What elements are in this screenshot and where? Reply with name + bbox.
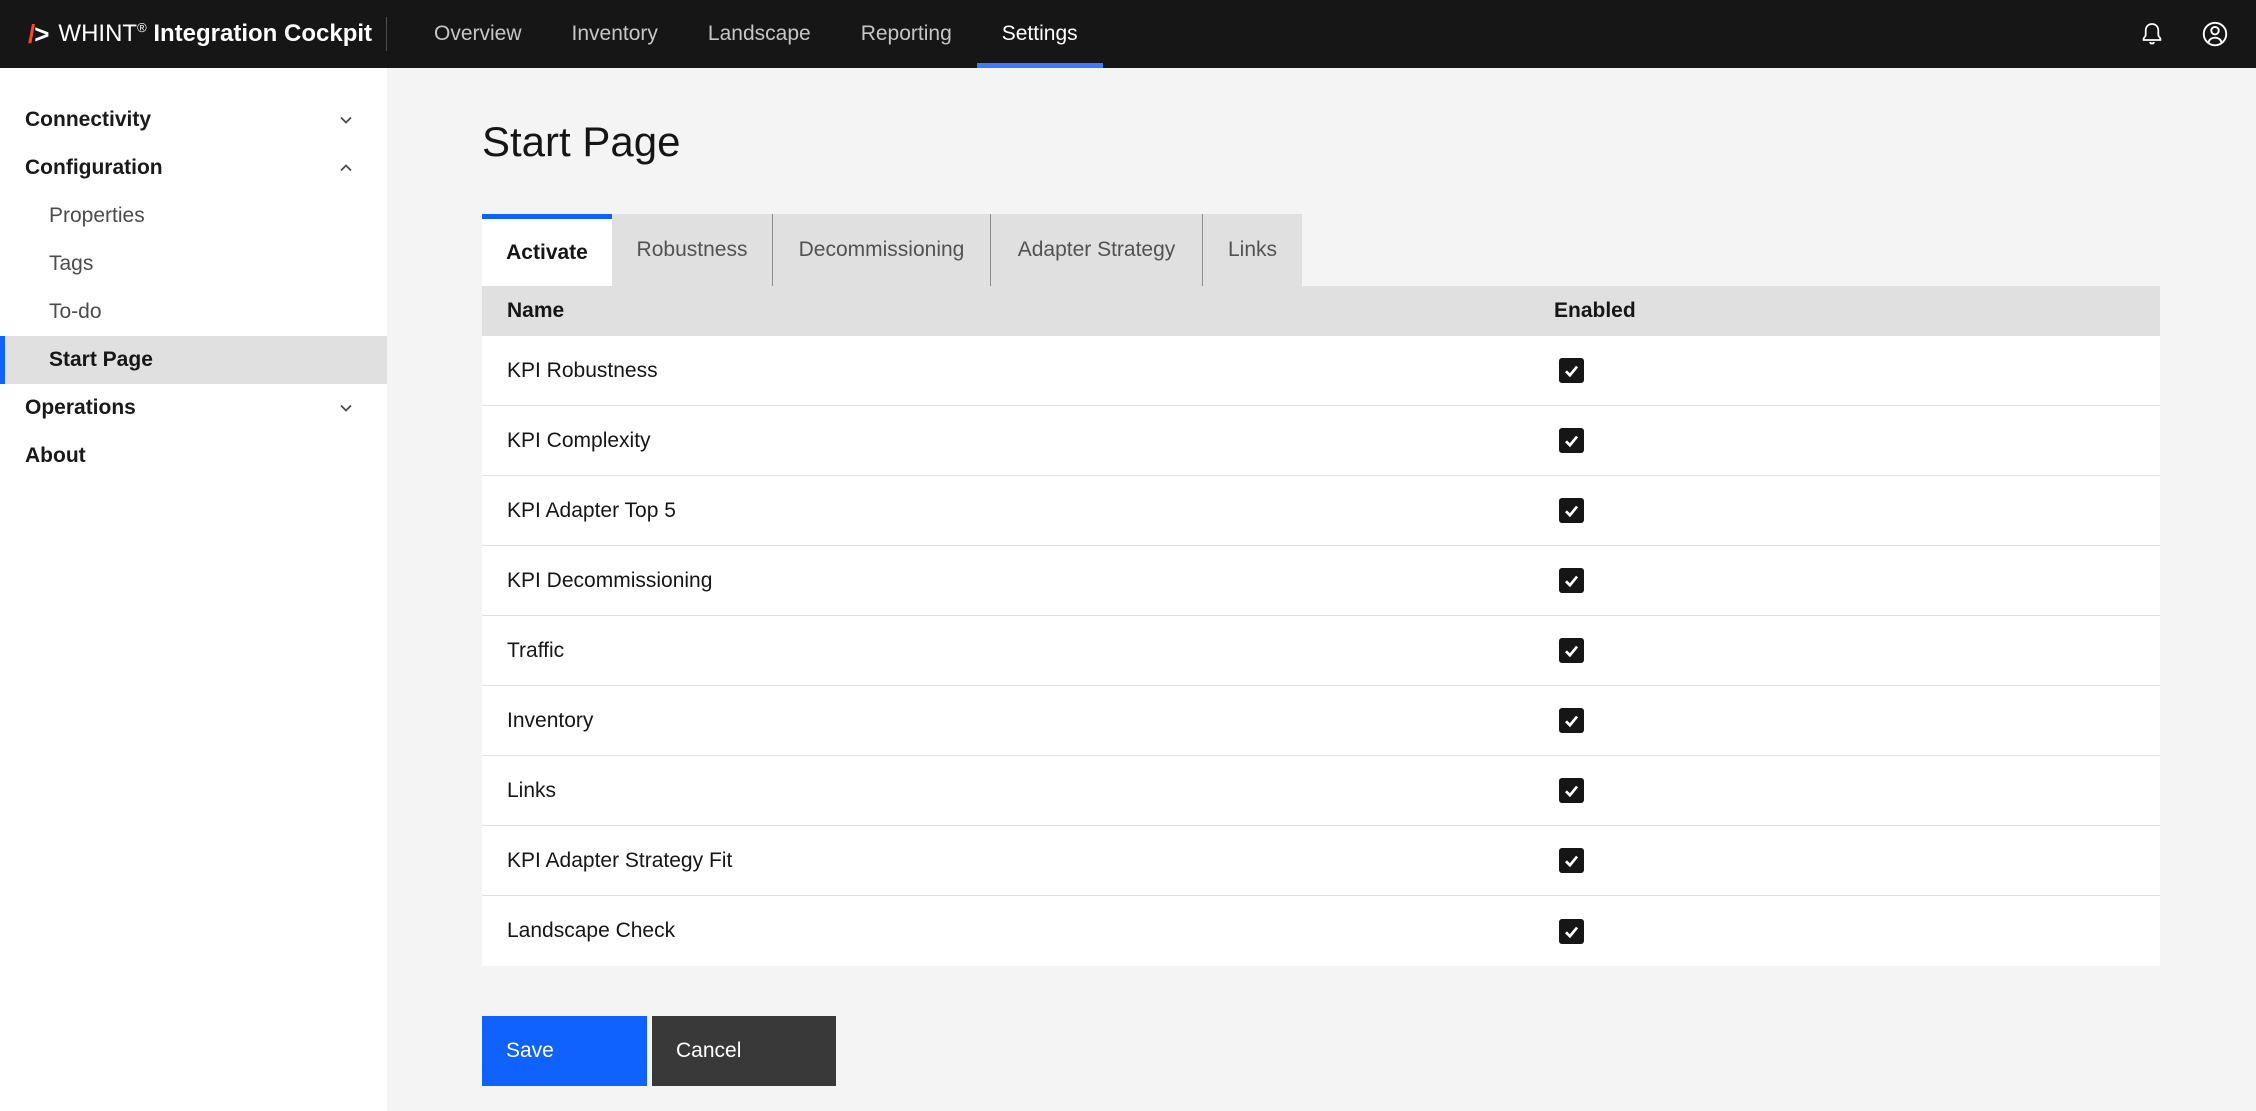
checkmark-icon <box>1565 575 1579 588</box>
sidebar-item-start-page[interactable]: Start Page <box>0 336 387 384</box>
bell-icon <box>2142 23 2162 45</box>
table-row: KPI Decommissioning <box>482 546 2160 616</box>
top-navigation: Overview Inventory Landscape Reporting S… <box>409 0 1103 68</box>
checkmark-icon <box>1565 435 1579 448</box>
table-row: Traffic <box>482 616 2160 686</box>
page-title: Start Page <box>482 118 681 165</box>
sidebar-item-operations[interactable]: Operations <box>0 384 387 432</box>
table-row: KPI Complexity <box>482 406 2160 476</box>
checkmark-icon <box>1565 785 1579 798</box>
tab-robustness[interactable]: Robustness <box>612 214 772 286</box>
form-actions: Save Cancel <box>482 1016 2256 1086</box>
tab-activate[interactable]: Activate <box>482 214 612 286</box>
enabled-checkbox[interactable] <box>1559 778 1584 803</box>
row-name: Links <box>507 778 557 802</box>
row-name: Traffic <box>507 638 565 662</box>
logo-code-icon: /> <box>28 18 49 49</box>
enabled-checkbox[interactable] <box>1559 708 1584 733</box>
sidebar: Connectivity Configuration Properties Ta… <box>0 68 387 1111</box>
settings-tabs: Activate Robustness Decommissioning Adap… <box>482 214 2256 286</box>
nav-item-settings[interactable]: Settings <box>976 0 1103 68</box>
checkmark-icon <box>1565 505 1579 518</box>
row-name: KPI Decommissioning <box>507 568 713 592</box>
sidebar-item-label: About <box>25 444 86 467</box>
enabled-checkbox[interactable] <box>1559 358 1584 383</box>
sidebar-item-tags[interactable]: Tags <box>0 240 387 288</box>
chevron-down-icon <box>340 116 352 124</box>
app-header: /> WHINT® Integration Cockpit Overview I… <box>0 0 2256 68</box>
enabled-checkbox[interactable] <box>1559 498 1584 523</box>
checkmark-icon <box>1565 855 1579 868</box>
chevron-up-icon <box>340 164 352 172</box>
nav-item-reporting[interactable]: Reporting <box>836 0 977 68</box>
sidebar-item-label: Connectivity <box>25 108 152 131</box>
table-row: KPI Robustness <box>482 336 2160 406</box>
table-row: KPI Adapter Top 5 <box>482 476 2160 546</box>
chevron-down-icon <box>340 404 352 412</box>
enabled-checkbox[interactable] <box>1559 568 1584 593</box>
sidebar-item-configuration[interactable]: Configuration <box>0 144 387 192</box>
table-row: Links <box>482 756 2160 826</box>
row-name: KPI Adapter Top 5 <box>507 498 676 522</box>
table-row: Landscape Check <box>482 896 2160 966</box>
nav-item-overview[interactable]: Overview <box>409 0 547 68</box>
row-name: Landscape Check <box>507 919 676 942</box>
sidebar-item-connectivity[interactable]: Connectivity <box>0 96 387 144</box>
tab-adapter-strategy[interactable]: Adapter Strategy <box>990 214 1202 286</box>
enabled-checkbox[interactable] <box>1559 918 1584 944</box>
cancel-button[interactable]: Cancel <box>652 1016 836 1086</box>
nav-item-landscape[interactable]: Landscape <box>683 0 836 68</box>
checkmark-icon <box>1565 715 1579 728</box>
start-page-widgets-table: Name Enabled KPI Robustness KPI Complexi… <box>482 286 2160 966</box>
sidebar-item-about[interactable]: About <box>0 432 387 480</box>
tab-links[interactable]: Links <box>1202 214 1302 286</box>
app-title: WHINT® Integration Cockpit <box>58 20 373 47</box>
account-button[interactable] <box>2200 19 2230 49</box>
enabled-checkbox[interactable] <box>1559 428 1584 453</box>
row-name: KPI Complexity <box>507 428 651 452</box>
main-content: Start Page Activate Robustness Decommiss… <box>387 68 2256 1111</box>
row-name: KPI Robustness <box>507 358 658 382</box>
checkmark-icon <box>1565 365 1579 378</box>
table-header-row: Name Enabled <box>482 286 2160 336</box>
column-header-name: Name <box>507 299 565 322</box>
row-name: Inventory <box>507 708 594 732</box>
checkmark-icon <box>1565 926 1579 938</box>
sidebar-item-label: Operations <box>25 396 136 419</box>
table-row: Inventory <box>482 686 2160 756</box>
sidebar-item-todo[interactable]: To-do <box>0 288 387 336</box>
user-avatar-icon <box>2202 21 2228 47</box>
table-row: KPI Adapter Strategy Fit <box>482 826 2160 896</box>
enabled-checkbox[interactable] <box>1559 848 1584 873</box>
notifications-button[interactable] <box>2138 20 2166 48</box>
row-name: KPI Adapter Strategy Fit <box>507 848 733 872</box>
checkmark-icon <box>1565 645 1579 658</box>
nav-item-inventory[interactable]: Inventory <box>547 0 683 68</box>
header-actions <box>2138 19 2256 49</box>
app-logo: /> WHINT® Integration Cockpit <box>0 0 387 68</box>
tab-decommissioning[interactable]: Decommissioning <box>772 214 990 286</box>
sidebar-item-properties[interactable]: Properties <box>0 192 387 240</box>
sidebar-item-label: Configuration <box>25 156 163 179</box>
save-button[interactable]: Save <box>482 1016 647 1086</box>
enabled-checkbox[interactable] <box>1559 638 1584 663</box>
column-header-enabled: Enabled <box>1554 299 1636 322</box>
